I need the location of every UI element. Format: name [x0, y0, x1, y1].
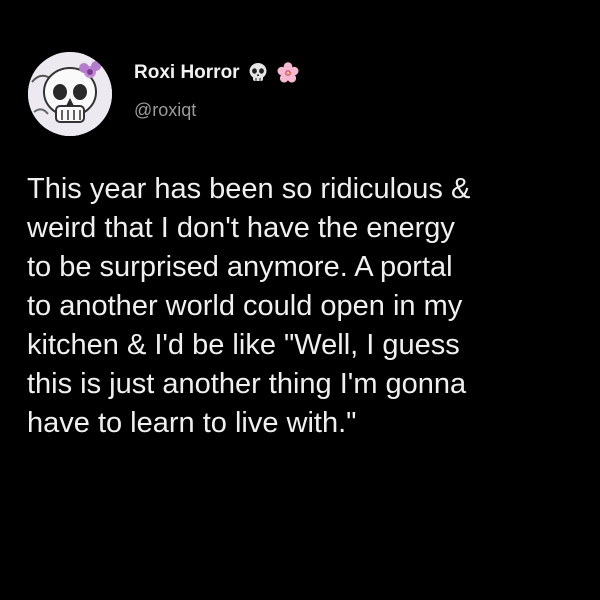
- display-name[interactable]: Roxi Horror: [134, 62, 240, 84]
- cherry-blossom-icon: [276, 61, 300, 85]
- user-handle[interactable]: @roxiqt: [134, 100, 574, 121]
- skull-icon: [246, 61, 270, 85]
- tweet-header: Roxi Horror @roxiqt: [134, 56, 574, 136]
- tweet-card: Roxi Horror @roxiqt This year has been s…: [0, 0, 600, 600]
- tweet-text: This year has been so ridiculous & weird…: [27, 173, 471, 439]
- avatar[interactable]: [28, 52, 112, 136]
- skull-avatar-icon: [28, 52, 112, 136]
- name-row: Roxi Horror: [134, 56, 574, 90]
